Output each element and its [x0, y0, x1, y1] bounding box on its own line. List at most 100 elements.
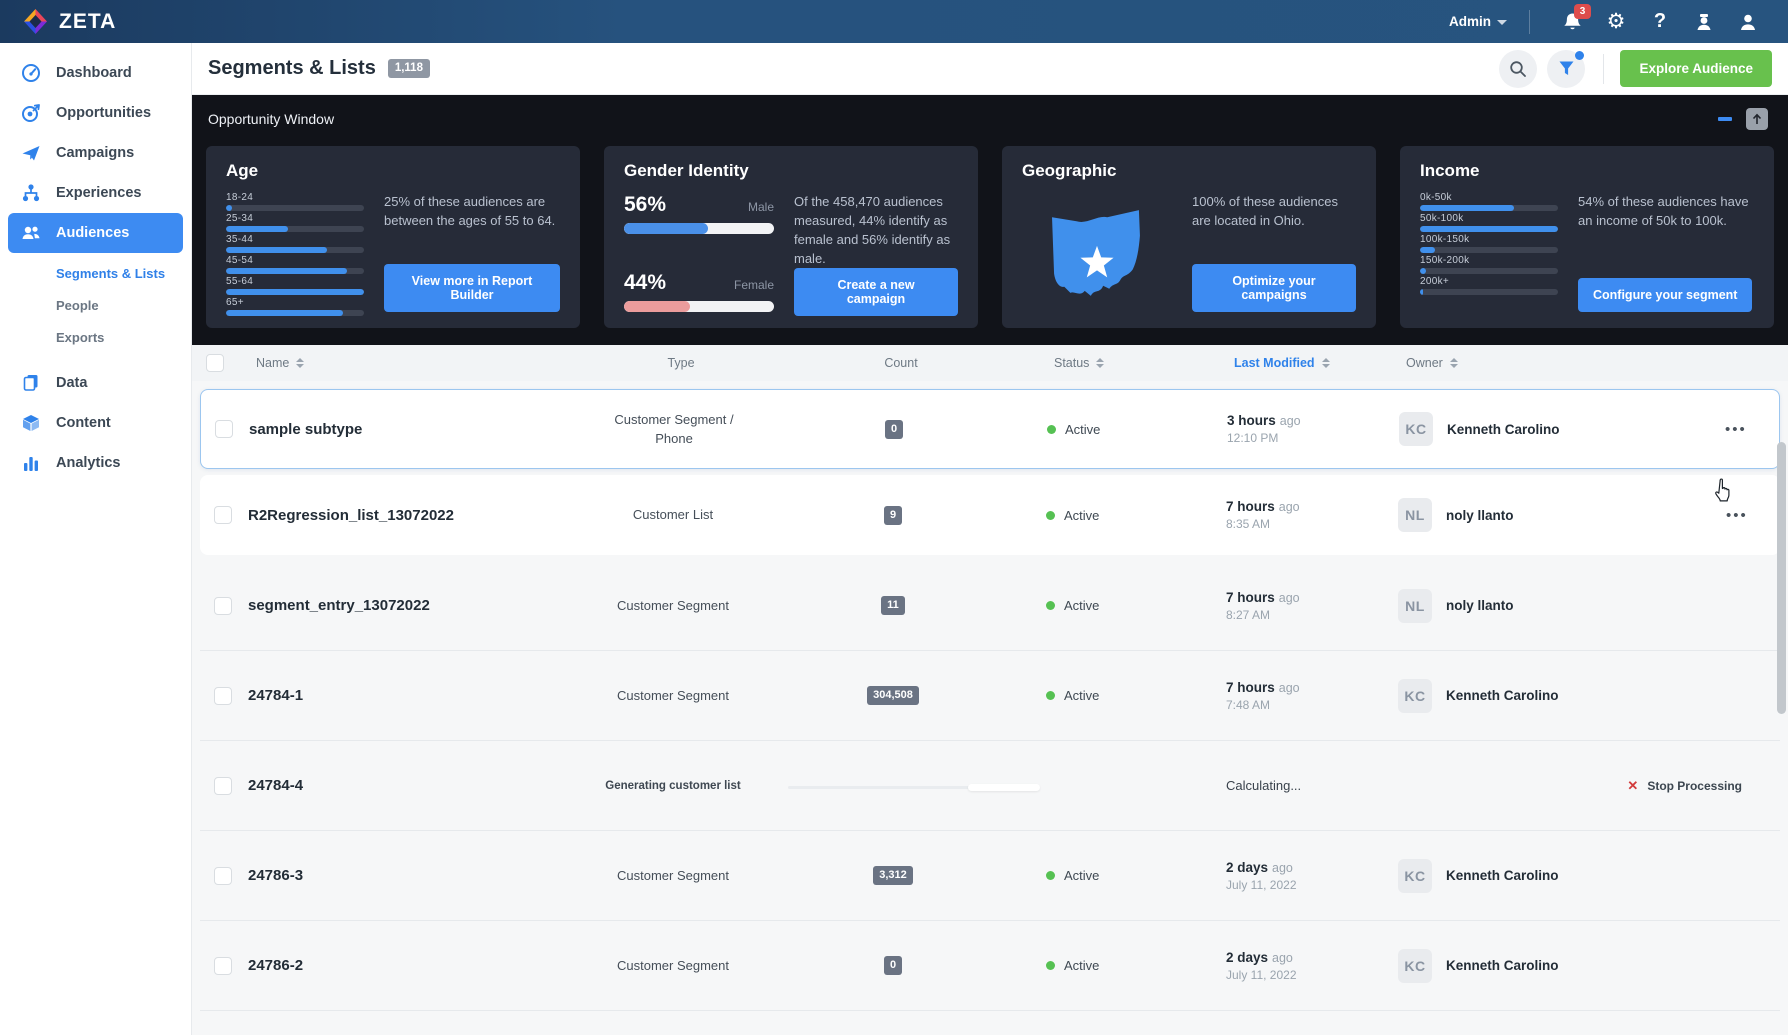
opportunity-card-income: Income 0k-50k 50k-100k 100k-150k 150k-200k 20… — [1400, 146, 1774, 328]
row-checkbox[interactable] — [214, 686, 232, 705]
row-name: sample subtype — [249, 420, 363, 438]
bar-track — [226, 289, 364, 295]
sidebar-item-experiences[interactable]: Experiences — [0, 173, 191, 213]
table-row[interactable]: 24786-2 Customer Segment 0 Active 2 days ago J… — [200, 921, 1780, 1011]
filter-button[interactable] — [1547, 49, 1586, 88]
sort-icon[interactable] — [1321, 358, 1330, 368]
bar-fill — [1420, 268, 1426, 274]
vertical-scrollbar[interactable] — [1777, 350, 1786, 1033]
row-count: 11 — [828, 596, 958, 615]
table-row[interactable]: 24784-1 Customer Segment 304,508 Active 7 ho… — [200, 651, 1780, 741]
column-label: Name — [256, 356, 290, 370]
sidebar-item-content[interactable]: Content — [0, 403, 191, 443]
settings-button[interactable]: ⚙ — [1594, 0, 1638, 43]
explore-audience-button[interactable]: Explore Audience — [1620, 50, 1772, 87]
people-icon — [20, 222, 42, 244]
bar-fill — [226, 310, 344, 316]
sidebar-item-label: Experiences — [56, 185, 142, 201]
card-action-button[interactable]: View more in Report Builder — [384, 264, 560, 312]
gender-percent: 44% — [624, 271, 667, 294]
row-name: segment_entry_13072022 — [248, 597, 430, 614]
column-header-owner[interactable]: Owner — [1396, 356, 1726, 370]
collapse-panel-button[interactable] — [1746, 108, 1768, 130]
sidebar-item-audiences[interactable]: Audiences — [8, 213, 183, 253]
row-checkbox[interactable] — [214, 866, 232, 885]
row-checkbox[interactable] — [214, 506, 232, 524]
table-row[interactable]: R2Regression_list_13072022 Customer List 9… — [200, 475, 1780, 555]
row-checkbox[interactable] — [214, 596, 232, 615]
row-checkbox[interactable] — [214, 776, 232, 795]
sidebar-item-dashboard[interactable]: Dashboard — [0, 53, 191, 93]
scrollbar-thumb[interactable] — [1777, 442, 1786, 714]
stop-processing-button[interactable]: ✕ Stop Processing — [1627, 778, 1742, 794]
sidebar-item-data[interactable]: Data — [0, 363, 191, 403]
opportunity-window-title: Opportunity Window — [208, 111, 335, 127]
card-action-button[interactable]: Optimize your campaigns — [1192, 264, 1356, 312]
count-badge: 9 — [883, 505, 903, 525]
row-count: 3,312 — [828, 866, 958, 885]
card-title: Geographic — [1022, 161, 1117, 180]
card-right-column: 25% of these audiences are between the a… — [384, 193, 560, 312]
sidebar-item-label: Opportunities — [56, 105, 152, 121]
column-header-last-modified[interactable]: Last Modified — [1176, 356, 1396, 370]
generating-progress-bar — [788, 783, 1040, 791]
row-type: Customer Segment — [617, 687, 729, 703]
column-header-status[interactable]: Status — [966, 356, 1176, 370]
card-body: 100% of these audiences are located in O… — [1022, 193, 1356, 312]
bar-fill — [226, 289, 364, 295]
row-checkbox[interactable] — [215, 420, 233, 438]
sidebar-item-campaigns[interactable]: Campaigns — [0, 133, 191, 173]
search-button[interactable] — [1499, 49, 1538, 88]
sort-icon[interactable] — [296, 358, 305, 368]
row-last-modified: 2 days ago July 11, 2022 — [1168, 860, 1388, 892]
sidebar-item-analytics[interactable]: Analytics — [0, 443, 191, 483]
table-row[interactable]: sample subtype Customer Segment / Phone 0 A… — [200, 389, 1780, 469]
sort-icon[interactable] — [1096, 358, 1105, 368]
sidebar-item-label: Campaigns — [56, 145, 135, 161]
row-owner: KC Kenneth Carolino — [1388, 948, 1726, 983]
row-status: Active — [958, 598, 1168, 613]
sidebar-subitem-people[interactable]: People — [0, 289, 191, 321]
column-header-name[interactable]: Name — [246, 356, 526, 370]
sort-icon[interactable] — [1449, 358, 1458, 368]
card-action-button[interactable]: Create a new campaign — [794, 268, 958, 317]
gender-stat-header: 44% Female — [624, 271, 774, 295]
row-checkbox[interactable] — [214, 956, 232, 975]
notifications-button[interactable]: 3 — [1550, 0, 1594, 43]
table-row[interactable]: 24784-4 Generating customer list Calculati… — [200, 741, 1780, 831]
row-menu-button[interactable]: ••• — [1726, 507, 1780, 524]
bar-track — [1420, 268, 1558, 274]
row-last-modified: 7 hours ago 7:48 AM — [1168, 680, 1388, 712]
sidebar-subitem-exports[interactable]: Exports — [0, 321, 191, 353]
card-action-button[interactable]: Configure your segment — [1578, 278, 1753, 312]
bar-group: 25-34 — [226, 214, 364, 232]
sidebar-item-opportunities[interactable]: Opportunities — [0, 93, 191, 133]
owner-name: Kenneth Carolino — [1446, 688, 1559, 703]
table-row[interactable]: segment_entry_13072022 Customer Segment 11… — [200, 561, 1780, 651]
row-count: 9 — [828, 505, 958, 525]
chevron-down-icon — [1497, 20, 1507, 25]
minimize-panel-icon[interactable] — [1718, 117, 1732, 121]
modified-relative: 2 days ago — [1226, 859, 1293, 875]
row-type: Customer List — [632, 507, 714, 523]
sidebar-subitem-segments-lists[interactable]: Segments & Lists — [0, 257, 191, 289]
row-menu-button[interactable]: ••• — [1725, 421, 1779, 438]
bar-group: 65+ — [226, 298, 364, 316]
select-all-checkbox[interactable] — [206, 354, 224, 372]
row-name: R2Regression_list_13072022 — [248, 506, 454, 524]
modified-suffix: ago — [1278, 590, 1300, 605]
admin-menu[interactable]: Admin — [1449, 14, 1507, 29]
opportunity-card-geographic: Geographic 100% of these audiences are lo… — [1002, 146, 1376, 328]
bar-fill — [1420, 289, 1423, 295]
row-status: Active — [959, 422, 1169, 437]
brand[interactable]: ZETA — [0, 8, 116, 35]
table-row[interactable]: 24786-3 Customer Segment 3,312 Active 2 days… — [200, 831, 1780, 921]
zeta-logo-icon — [24, 9, 47, 34]
profile-button[interactable] — [1726, 0, 1770, 43]
count-badge: 0 — [883, 956, 903, 975]
support-agent-button[interactable] — [1682, 0, 1726, 43]
bar-group: 0k-50k — [1420, 193, 1558, 211]
help-button[interactable]: ? — [1638, 0, 1682, 43]
gender-stats: 56% Male 44% Female — [624, 193, 774, 312]
modified-detail: 7:48 AM — [1226, 697, 1271, 712]
